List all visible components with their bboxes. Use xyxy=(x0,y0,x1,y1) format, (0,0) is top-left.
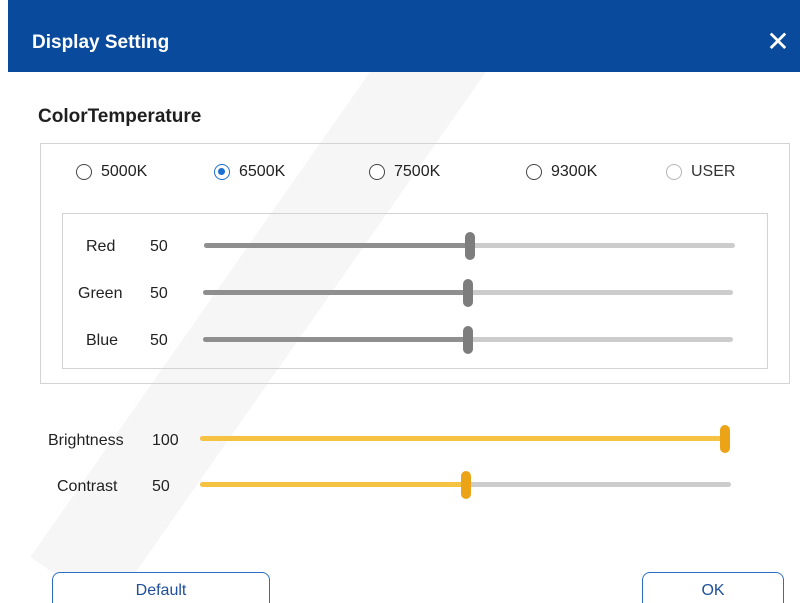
contrast-value: 50 xyxy=(152,478,170,495)
default-button[interactable]: Default xyxy=(52,572,270,603)
radio-user-indicator[interactable] xyxy=(666,164,682,180)
green-label: Green xyxy=(78,285,123,302)
radio-7500k-label: 7500K xyxy=(394,163,441,180)
brightness-value: 100 xyxy=(152,432,179,449)
radio-5000k[interactable]: 5000K xyxy=(76,162,147,182)
red-label: Red xyxy=(86,238,116,255)
brightness-slider-thumb[interactable] xyxy=(720,425,730,453)
red-slider[interactable] xyxy=(204,232,735,260)
radio-5000k-label: 5000K xyxy=(101,163,148,180)
green-slider-fill xyxy=(203,290,468,295)
radio-5000k-indicator[interactable] xyxy=(76,164,92,180)
radio-7500k[interactable]: 7500K xyxy=(369,162,440,182)
blue-label: Blue xyxy=(86,332,119,349)
green-value: 50 xyxy=(150,285,168,302)
blue-slider-fill xyxy=(203,337,468,342)
contrast-slider-fill xyxy=(200,482,466,487)
radio-user[interactable]: USER xyxy=(666,162,735,182)
window-title: Display Setting xyxy=(32,32,170,53)
color-temperature-label: ColorTemperature xyxy=(38,106,202,127)
red-value: 50 xyxy=(150,238,168,255)
radio-9300k[interactable]: 9300K xyxy=(526,162,597,182)
brightness-label: Brightness xyxy=(48,432,124,449)
radio-user-label: USER xyxy=(691,163,736,180)
close-icon[interactable]: ✕ xyxy=(763,27,793,57)
radio-7500k-indicator[interactable] xyxy=(369,164,385,180)
title-bar: Display Setting ✕ xyxy=(8,0,800,72)
contrast-label: Contrast xyxy=(57,478,118,495)
red-slider-fill xyxy=(204,243,470,248)
blue-slider-thumb[interactable] xyxy=(463,326,473,354)
brightness-slider[interactable] xyxy=(200,425,730,453)
brightness-slider-fill xyxy=(200,436,725,441)
green-slider[interactable] xyxy=(203,279,733,307)
blue-value: 50 xyxy=(150,332,168,349)
contrast-slider-thumb[interactable] xyxy=(460,471,471,499)
radio-9300k-label: 9300K xyxy=(551,163,598,180)
blue-slider[interactable] xyxy=(203,326,733,354)
ok-button[interactable]: OK xyxy=(642,572,784,603)
radio-6500k[interactable]: 6500K xyxy=(214,162,285,182)
radio-6500k-label: 6500K xyxy=(239,163,286,180)
contrast-slider[interactable] xyxy=(200,471,731,499)
radio-6500k-indicator[interactable] xyxy=(214,164,230,180)
green-slider-thumb[interactable] xyxy=(463,279,473,307)
radio-9300k-indicator[interactable] xyxy=(526,164,542,180)
red-slider-thumb[interactable] xyxy=(464,232,475,260)
